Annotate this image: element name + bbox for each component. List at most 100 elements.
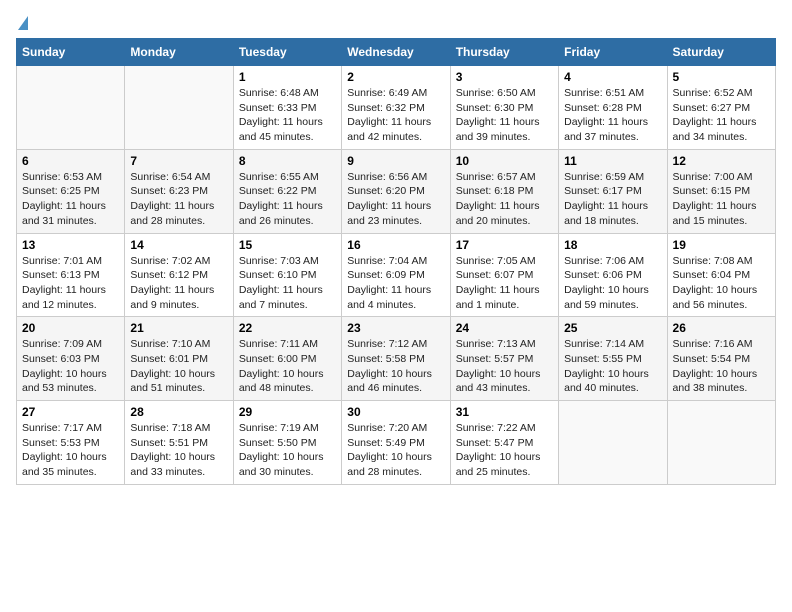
calendar-week-row: 6Sunrise: 6:53 AMSunset: 6:25 PMDaylight… bbox=[17, 149, 776, 233]
calendar-cell: 31 Sunrise: 7:22 AMSunset: 5:47 PMDayligh… bbox=[450, 401, 558, 485]
calendar-cell: 14 Sunrise: 7:02 AMSunset: 6:12 PMDayligh… bbox=[125, 233, 233, 317]
day-info: Sunrise: 7:22 AMSunset: 5:47 PMDaylight:… bbox=[456, 421, 553, 480]
day-info: Sunrise: 7:04 AMSunset: 6:09 PMDaylight:… bbox=[347, 254, 444, 313]
day-info: Sunrise: 7:00 AMSunset: 6:15 PMDaylight:… bbox=[673, 170, 770, 229]
calendar-cell: 8 Sunrise: 6:55 AMSunset: 6:22 PMDaylight… bbox=[233, 149, 341, 233]
day-number: 10 bbox=[456, 154, 553, 168]
day-number: 11 bbox=[564, 154, 661, 168]
day-info: Sunrise: 7:03 AMSunset: 6:10 PMDaylight:… bbox=[239, 254, 336, 313]
calendar-cell: 27 Sunrise: 7:17 AMSunset: 5:53 PMDayligh… bbox=[17, 401, 125, 485]
day-info: Sunrise: 7:08 AMSunset: 6:04 PMDaylight:… bbox=[673, 254, 770, 313]
calendar-cell: 22 Sunrise: 7:11 AMSunset: 6:00 PMDayligh… bbox=[233, 317, 341, 401]
calendar-cell: 7 Sunrise: 6:54 AMSunset: 6:23 PMDaylight… bbox=[125, 149, 233, 233]
calendar-cell: 5Sunrise: 6:52 AMSunset: 6:27 PMDaylight… bbox=[667, 66, 775, 150]
logo bbox=[16, 16, 28, 30]
day-number: 31 bbox=[456, 405, 553, 419]
day-info: Sunrise: 7:11 AMSunset: 6:00 PMDaylight:… bbox=[239, 337, 336, 396]
day-header-thursday: Thursday bbox=[450, 39, 558, 66]
day-number: 2 bbox=[347, 70, 444, 84]
calendar-cell: 28 Sunrise: 7:18 AMSunset: 5:51 PMDayligh… bbox=[125, 401, 233, 485]
day-info: Sunrise: 6:48 AMSunset: 6:33 PMDaylight:… bbox=[239, 86, 336, 145]
day-info: Sunrise: 7:20 AMSunset: 5:49 PMDaylight:… bbox=[347, 421, 444, 480]
calendar-cell: 1 Sunrise: 6:48 AMSunset: 6:33 PMDaylight… bbox=[233, 66, 341, 150]
day-header-wednesday: Wednesday bbox=[342, 39, 450, 66]
day-info: Sunrise: 6:51 AMSunset: 6:28 PMDaylight:… bbox=[564, 86, 661, 145]
logo-icon bbox=[18, 16, 28, 30]
day-info: Sunrise: 7:13 AMSunset: 5:57 PMDaylight:… bbox=[456, 337, 553, 396]
day-number: 15 bbox=[239, 238, 336, 252]
day-number: 27 bbox=[22, 405, 119, 419]
calendar-cell: 9 Sunrise: 6:56 AMSunset: 6:20 PMDaylight… bbox=[342, 149, 450, 233]
day-number: 30 bbox=[347, 405, 444, 419]
calendar-cell bbox=[17, 66, 125, 150]
day-number: 9 bbox=[347, 154, 444, 168]
day-number: 26 bbox=[673, 321, 770, 335]
calendar-cell: 6Sunrise: 6:53 AMSunset: 6:25 PMDaylight… bbox=[17, 149, 125, 233]
day-header-tuesday: Tuesday bbox=[233, 39, 341, 66]
day-info: Sunrise: 6:59 AMSunset: 6:17 PMDaylight:… bbox=[564, 170, 661, 229]
day-number: 16 bbox=[347, 238, 444, 252]
calendar-cell: 13 Sunrise: 7:01 AMSunset: 6:13 PMDayligh… bbox=[17, 233, 125, 317]
day-info: Sunrise: 6:50 AMSunset: 6:30 PMDaylight:… bbox=[456, 86, 553, 145]
day-info: Sunrise: 7:10 AMSunset: 6:01 PMDaylight:… bbox=[130, 337, 227, 396]
day-info: Sunrise: 6:53 AMSunset: 6:25 PMDaylight:… bbox=[22, 170, 119, 229]
day-info: Sunrise: 7:02 AMSunset: 6:12 PMDaylight:… bbox=[130, 254, 227, 313]
day-info: Sunrise: 7:17 AMSunset: 5:53 PMDaylight:… bbox=[22, 421, 119, 480]
day-info: Sunrise: 7:14 AMSunset: 5:55 PMDaylight:… bbox=[564, 337, 661, 396]
calendar-cell: 4 Sunrise: 6:51 AMSunset: 6:28 PMDaylight… bbox=[559, 66, 667, 150]
day-number: 12 bbox=[673, 154, 770, 168]
day-info: Sunrise: 6:57 AMSunset: 6:18 PMDaylight:… bbox=[456, 170, 553, 229]
day-number: 18 bbox=[564, 238, 661, 252]
day-number: 25 bbox=[564, 321, 661, 335]
calendar-cell bbox=[125, 66, 233, 150]
calendar-cell: 10 Sunrise: 6:57 AMSunset: 6:18 PMDayligh… bbox=[450, 149, 558, 233]
day-number: 22 bbox=[239, 321, 336, 335]
day-header-friday: Friday bbox=[559, 39, 667, 66]
day-info: Sunrise: 7:16 AMSunset: 5:54 PMDaylight:… bbox=[673, 337, 770, 396]
day-info: Sunrise: 7:01 AMSunset: 6:13 PMDaylight:… bbox=[22, 254, 119, 313]
day-number: 24 bbox=[456, 321, 553, 335]
calendar-cell: 17Sunrise: 7:05 AMSunset: 6:07 PMDayligh… bbox=[450, 233, 558, 317]
day-info: Sunrise: 7:12 AMSunset: 5:58 PMDaylight:… bbox=[347, 337, 444, 396]
calendar-cell: 29Sunrise: 7:19 AMSunset: 5:50 PMDayligh… bbox=[233, 401, 341, 485]
day-info: Sunrise: 7:05 AMSunset: 6:07 PMDaylight:… bbox=[456, 254, 553, 313]
day-number: 29 bbox=[239, 405, 336, 419]
calendar-cell bbox=[559, 401, 667, 485]
day-number: 23 bbox=[347, 321, 444, 335]
day-number: 3 bbox=[456, 70, 553, 84]
calendar-cell: 16 Sunrise: 7:04 AMSunset: 6:09 PMDayligh… bbox=[342, 233, 450, 317]
calendar-cell: 12 Sunrise: 7:00 AMSunset: 6:15 PMDayligh… bbox=[667, 149, 775, 233]
day-info: Sunrise: 6:54 AMSunset: 6:23 PMDaylight:… bbox=[130, 170, 227, 229]
day-info: Sunrise: 6:49 AMSunset: 6:32 PMDaylight:… bbox=[347, 86, 444, 145]
day-info: Sunrise: 6:55 AMSunset: 6:22 PMDaylight:… bbox=[239, 170, 336, 229]
page-header bbox=[16, 16, 776, 30]
day-number: 20 bbox=[22, 321, 119, 335]
calendar-week-row: 1 Sunrise: 6:48 AMSunset: 6:33 PMDaylight… bbox=[17, 66, 776, 150]
calendar-cell: 19 Sunrise: 7:08 AMSunset: 6:04 PMDayligh… bbox=[667, 233, 775, 317]
calendar-cell: 24 Sunrise: 7:13 AMSunset: 5:57 PMDayligh… bbox=[450, 317, 558, 401]
calendar-cell bbox=[667, 401, 775, 485]
day-number: 7 bbox=[130, 154, 227, 168]
calendar-cell: 18 Sunrise: 7:06 AMSunset: 6:06 PMDayligh… bbox=[559, 233, 667, 317]
calendar-cell: 2 Sunrise: 6:49 AMSunset: 6:32 PMDaylight… bbox=[342, 66, 450, 150]
calendar-cell: 11 Sunrise: 6:59 AMSunset: 6:17 PMDayligh… bbox=[559, 149, 667, 233]
day-info: Sunrise: 7:06 AMSunset: 6:06 PMDaylight:… bbox=[564, 254, 661, 313]
calendar-table: SundayMondayTuesdayWednesdayThursdayFrid… bbox=[16, 38, 776, 485]
day-number: 13 bbox=[22, 238, 119, 252]
day-header-saturday: Saturday bbox=[667, 39, 775, 66]
calendar-header-row: SundayMondayTuesdayWednesdayThursdayFrid… bbox=[17, 39, 776, 66]
day-number: 14 bbox=[130, 238, 227, 252]
day-number: 1 bbox=[239, 70, 336, 84]
day-number: 4 bbox=[564, 70, 661, 84]
day-number: 8 bbox=[239, 154, 336, 168]
calendar-cell: 3 Sunrise: 6:50 AMSunset: 6:30 PMDaylight… bbox=[450, 66, 558, 150]
calendar-cell: 30 Sunrise: 7:20 AMSunset: 5:49 PMDayligh… bbox=[342, 401, 450, 485]
calendar-cell: 15 Sunrise: 7:03 AMSunset: 6:10 PMDayligh… bbox=[233, 233, 341, 317]
day-header-sunday: Sunday bbox=[17, 39, 125, 66]
calendar-week-row: 20Sunrise: 7:09 AMSunset: 6:03 PMDayligh… bbox=[17, 317, 776, 401]
day-number: 28 bbox=[130, 405, 227, 419]
calendar-week-row: 13 Sunrise: 7:01 AMSunset: 6:13 PMDayligh… bbox=[17, 233, 776, 317]
day-info: Sunrise: 6:56 AMSunset: 6:20 PMDaylight:… bbox=[347, 170, 444, 229]
day-info: Sunrise: 7:18 AMSunset: 5:51 PMDaylight:… bbox=[130, 421, 227, 480]
day-number: 19 bbox=[673, 238, 770, 252]
